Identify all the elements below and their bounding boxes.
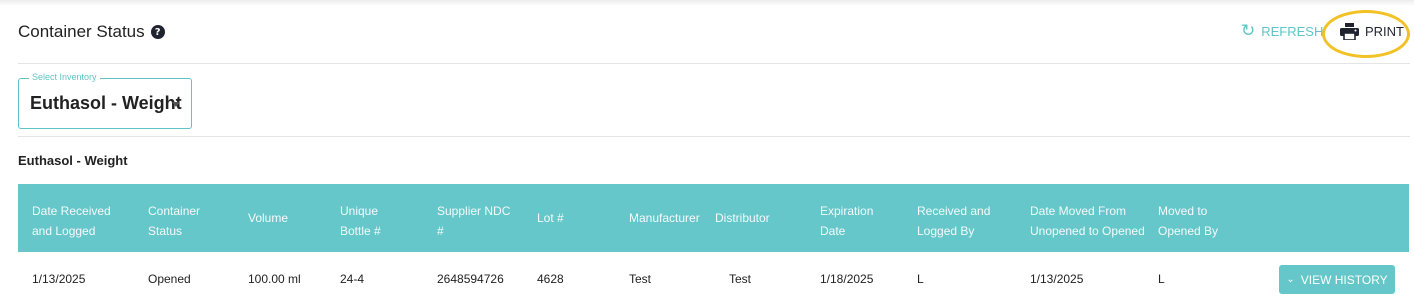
section-title: Euthasol - Weight xyxy=(18,153,128,168)
refresh-button[interactable]: ↻ REFRESH xyxy=(1241,23,1323,40)
header-received-by: Received and Logged By xyxy=(917,204,991,238)
header-moved-by: Moved to Opened By xyxy=(1158,204,1219,238)
print-label: PRINT xyxy=(1365,24,1404,39)
top-shadow xyxy=(0,0,1414,6)
cell-unique-bottle: 24-4 xyxy=(340,272,365,286)
page-title-text: Container Status xyxy=(18,22,145,41)
inventory-select[interactable]: Select Inventory Euthasol - Weight xyxy=(18,72,192,129)
header-expiration: Expiration Date xyxy=(820,204,874,238)
cell-received-by: L xyxy=(917,272,924,286)
cell-supplier-ndc: 2648594726 xyxy=(437,272,504,286)
inventory-select-value: Euthasol - Weight xyxy=(30,93,182,113)
header-unique-bottle: Unique Bottle # xyxy=(340,204,381,238)
cell-date-moved: 1/13/2025 xyxy=(1030,272,1084,286)
header-container-status: Container Status xyxy=(148,204,201,238)
view-history-label: VIEW HISTORY xyxy=(1300,272,1388,287)
table-row: 1/13/2025 Opened 100.00 ml 24-4 26485947… xyxy=(18,252,1409,304)
inventory-select-label: Select Inventory xyxy=(29,72,100,82)
print-button[interactable]: PRINT xyxy=(1340,23,1404,40)
header-lot: Lot # xyxy=(537,211,564,225)
cell-distributor: Test xyxy=(729,272,752,286)
help-icon[interactable]: ? xyxy=(150,25,165,39)
header-supplier-ndc: Supplier NDC # xyxy=(437,204,511,238)
cell-expiration: 1/18/2025 xyxy=(820,272,874,286)
page-header: Container Status ? ↻ REFRESH PRINT xyxy=(18,22,1414,44)
header-date-moved: Date Moved From Unopened to Opened xyxy=(1030,204,1145,238)
cell-moved-by: L xyxy=(1158,272,1165,286)
caret-down-icon xyxy=(172,102,180,107)
view-history-button[interactable]: ⌄ VIEW HISTORY xyxy=(1279,265,1395,294)
selector-divider xyxy=(18,136,1410,137)
header-distributor: Distributor xyxy=(715,211,770,225)
header-manufacturer: Manufacturer xyxy=(629,211,700,225)
cell-volume: 100.00 ml xyxy=(248,272,301,286)
refresh-label: REFRESH xyxy=(1261,24,1324,39)
page-title: Container Status ? xyxy=(18,22,165,42)
cell-lot: 4628 xyxy=(537,272,564,286)
table-header: Date Received and Logged Container Status … xyxy=(18,184,1409,252)
printer-icon xyxy=(1340,23,1359,40)
cell-manufacturer: Test xyxy=(629,272,652,286)
header-volume: Volume xyxy=(248,211,289,225)
header-divider xyxy=(18,63,1410,64)
header-date-received: Date Received and Logged xyxy=(32,204,111,238)
cell-date-received: 1/13/2025 xyxy=(32,272,86,286)
cell-container-status: Opened xyxy=(148,272,191,286)
chevron-down-icon: ⌄ xyxy=(1286,274,1295,285)
refresh-icon: ↻ xyxy=(1241,21,1256,41)
